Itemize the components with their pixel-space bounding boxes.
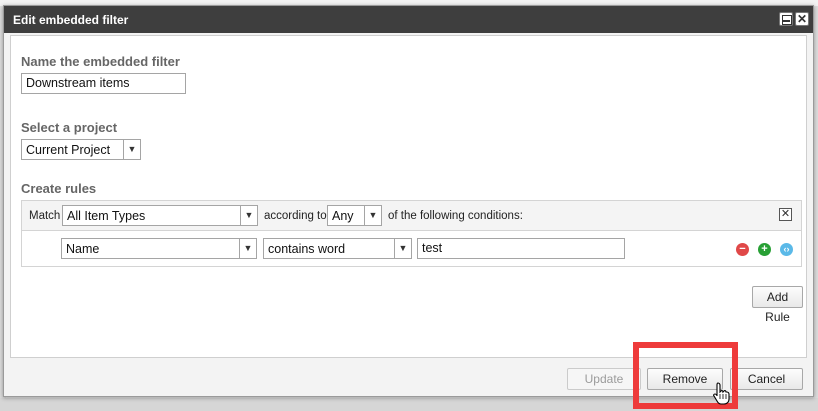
chevron-down-icon: ▼	[364, 206, 381, 225]
dialog-title: Edit embedded filter	[13, 13, 129, 27]
rule-operator-value: contains word	[268, 242, 346, 256]
rule-value-input[interactable]: test	[417, 238, 625, 259]
nest-circle-icon[interactable]: ‹›	[780, 243, 793, 256]
cancel-button[interactable]: Cancel	[730, 368, 803, 390]
match-label: Match	[29, 210, 61, 222]
rules-group: Match All Item Types ▼ according to Any …	[21, 200, 802, 267]
rule-field-select[interactable]: Name ▼	[61, 238, 257, 259]
according-to-label: according to	[264, 210, 327, 222]
remove-group-icon[interactable]: ✕	[779, 208, 792, 221]
any-all-value: Any	[332, 209, 354, 223]
edit-embedded-filter-dialog: Edit embedded filter ✕ Name the embedded…	[3, 5, 814, 397]
conditions-label: of the following conditions:	[388, 210, 523, 222]
any-all-select[interactable]: Any ▼	[327, 205, 382, 226]
minus-circle-icon[interactable]: −	[736, 243, 749, 256]
chevron-down-icon: ▼	[240, 206, 257, 225]
select-project-label: Select a project	[21, 120, 118, 135]
name-filter-label: Name the embedded filter	[21, 54, 180, 69]
chevron-down-icon: ▼	[123, 140, 140, 159]
hand-cursor-icon	[713, 382, 730, 405]
chevron-down-icon: ▼	[239, 239, 256, 258]
plus-circle-icon[interactable]: +	[758, 243, 771, 256]
project-select[interactable]: Current Project ▼	[21, 139, 141, 160]
update-button[interactable]: Update	[567, 368, 641, 390]
close-icon[interactable]: ✕	[795, 12, 809, 26]
project-select-value: Current Project	[26, 143, 111, 157]
dialog-content: Name the embedded filter Downstream item…	[10, 35, 807, 358]
window-minimize-icon[interactable]	[779, 12, 793, 26]
chevron-down-icon: ▼	[394, 239, 411, 258]
item-types-select[interactable]: All Item Types ▼	[62, 205, 258, 226]
item-types-value: All Item Types	[67, 209, 146, 223]
match-row: Match All Item Types ▼ according to Any …	[22, 201, 801, 231]
dialog-titlebar[interactable]: Edit embedded filter ✕	[4, 6, 813, 33]
create-rules-label: Create rules	[21, 181, 97, 196]
filter-name-input[interactable]: Downstream items	[21, 73, 186, 94]
add-rule-button[interactable]: Add Rule	[752, 286, 803, 324]
rule-operator-select[interactable]: contains word ▼	[263, 238, 412, 259]
rule-field-value: Name	[66, 242, 100, 256]
